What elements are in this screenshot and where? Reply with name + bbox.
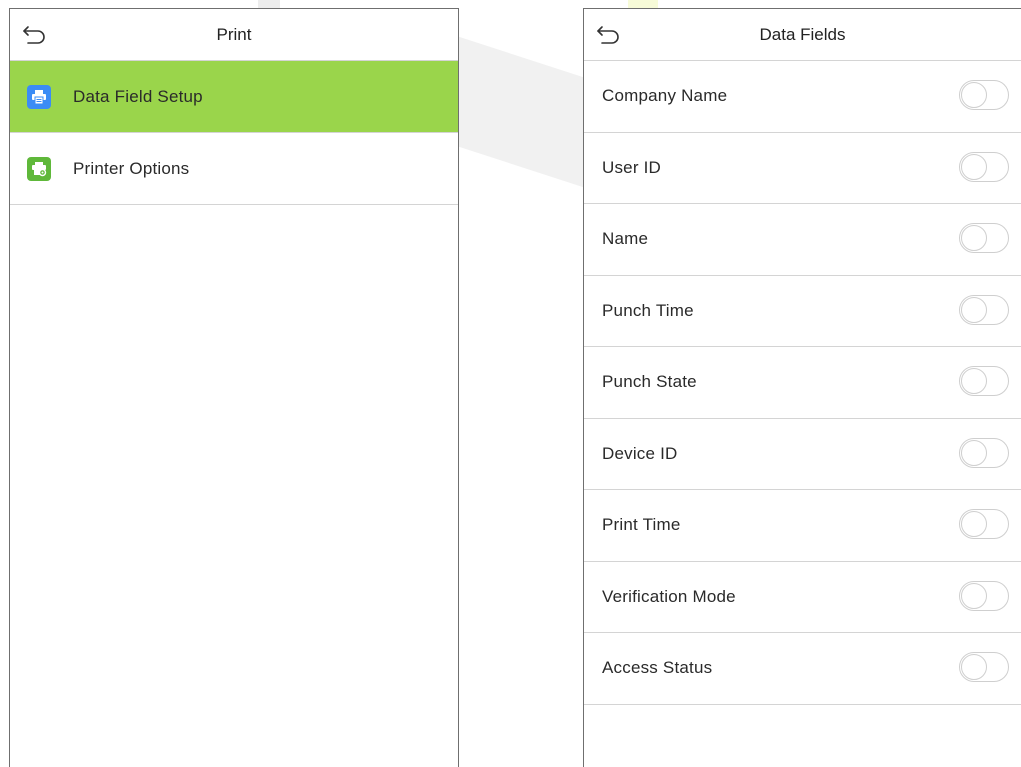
field-label: Name (602, 229, 649, 249)
toggle-knob (961, 82, 987, 109)
menu-item-data-field-setup[interactable]: Data Field Setup (10, 61, 458, 133)
field-row-company-name: Company Name (584, 61, 1021, 133)
print-time-toggle[interactable] (959, 509, 1009, 540)
watermark-shape (445, 32, 585, 188)
verification-mode-toggle[interactable] (959, 580, 1009, 611)
punch-time-toggle[interactable] (959, 294, 1009, 325)
page-title: Print (216, 25, 252, 44)
field-row-verification-mode: Verification Mode (584, 562, 1021, 633)
screen-header: Data Fields (584, 9, 1021, 61)
field-row-access-status: Access Status (584, 633, 1021, 705)
field-row-user-id: User ID (584, 133, 1021, 204)
field-row-device-id: Device ID (584, 419, 1021, 490)
field-label: Company Name (602, 86, 728, 106)
toggle-knob (961, 225, 987, 252)
toggle-knob (961, 582, 987, 609)
punch-state-toggle[interactable] (959, 366, 1009, 397)
menu-item-label: Data Field Setup (73, 86, 203, 106)
field-row-punch-time: Punch Time (584, 276, 1021, 347)
toggle-knob (961, 654, 987, 681)
print-menu-screen: Print Data Field Setup Printer Options (9, 8, 459, 767)
toggle-knob (961, 296, 987, 323)
user-id-toggle[interactable] (959, 151, 1009, 182)
field-row-punch-state: Punch State (584, 347, 1021, 419)
menu-item-label: Printer Options (73, 158, 190, 178)
toggle-knob (961, 153, 987, 180)
field-label: Device ID (602, 443, 678, 463)
field-label: Punch State (602, 372, 697, 392)
menu-item-printer-options[interactable]: Printer Options (10, 133, 458, 205)
field-label: Verification Mode (602, 586, 736, 606)
printer-icon (27, 84, 51, 109)
toggle-knob (961, 368, 987, 395)
name-toggle[interactable] (959, 223, 1009, 254)
field-label: Print Time (602, 515, 681, 535)
field-label: User ID (602, 157, 662, 177)
company-name-toggle[interactable] (959, 80, 1009, 111)
field-row-name: Name (584, 204, 1021, 276)
field-row-print-time: Print Time (584, 490, 1021, 562)
field-label: Punch Time (602, 300, 694, 320)
toggle-knob (961, 439, 987, 466)
printer-settings-icon (27, 156, 51, 181)
page-title: Data Fields (759, 25, 846, 44)
access-status-toggle[interactable] (959, 652, 1009, 683)
data-fields-screen: Data Fields Company Name User ID Name Pu… (583, 8, 1021, 767)
device-id-toggle[interactable] (959, 437, 1009, 468)
toggle-knob (961, 511, 987, 538)
field-label: Access Status (602, 658, 713, 678)
screen-header: Print (10, 9, 458, 61)
